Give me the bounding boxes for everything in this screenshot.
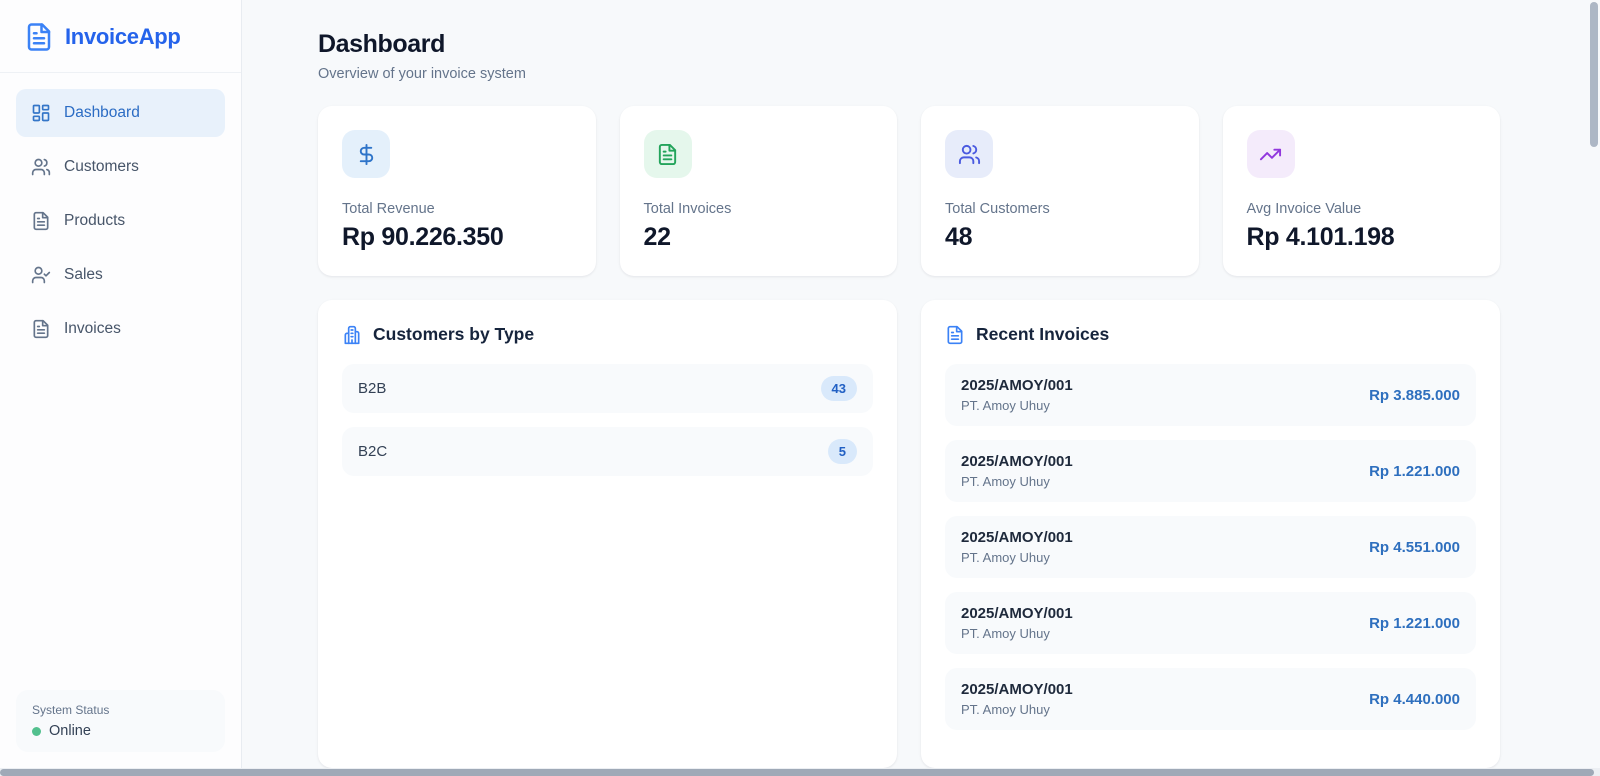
panel-recent-invoices: Recent Invoices 2025/AMOY/001 PT. Amoy U… <box>921 300 1500 768</box>
stat-label: Total Invoices <box>643 201 732 217</box>
invoice-row: 2025/AMOY/001 PT. Amoy Uhuy Rp 3.885.000 <box>945 364 1476 426</box>
sidebar-item-customers[interactable]: Customers <box>16 143 225 191</box>
customer-type-row-b2b: B2B 43 <box>342 364 873 413</box>
sidebar-item-label: Invoices <box>64 320 121 337</box>
page-title: Dashboard <box>318 30 445 58</box>
invoice-row: 2025/AMOY/001 PT. Amoy Uhuy Rp 1.221.000 <box>945 440 1476 502</box>
stat-card-total-revenue: Total Revenue Rp 90.226.350 <box>318 106 596 276</box>
sidebar-item-label: Sales <box>64 266 103 283</box>
invoice-row: 2025/AMOY/001 PT. Amoy Uhuy Rp 1.221.000 <box>945 592 1476 654</box>
count-badge: 5 <box>827 439 857 464</box>
system-status: System Status Online <box>16 690 225 752</box>
invoice-amount: Rp 4.440.000 <box>1369 690 1460 708</box>
sidebar-item-invoices[interactable]: Invoices <box>16 305 225 353</box>
invoice-number: 2025/AMOY/001 <box>961 377 1073 394</box>
users-icon <box>945 130 993 178</box>
system-status-value: Online <box>49 723 91 739</box>
users-icon <box>31 158 51 176</box>
stats-grid: Total Revenue Rp 90.226.350 Total Invoic… <box>318 106 1500 276</box>
dollar-icon <box>342 130 390 178</box>
stat-label: Avg Invoice Value <box>1246 201 1362 217</box>
stat-card-avg-invoice-value: Avg Invoice Value Rp 4.101.198 <box>1222 106 1500 276</box>
invoice-row: 2025/AMOY/001 PT. Amoy Uhuy Rp 4.440.000 <box>945 668 1476 730</box>
file-text-icon <box>947 325 963 344</box>
sidebar-item-label: Products <box>64 212 126 229</box>
file-text-icon <box>33 211 49 231</box>
stat-label: Total Revenue <box>342 201 435 217</box>
count-badge: 43 <box>820 376 857 401</box>
vertical-scrollbar[interactable] <box>1587 0 1600 768</box>
invoice-amount: Rp 1.221.000 <box>1369 614 1460 632</box>
invoice-number: 2025/AMOY/001 <box>961 681 1073 698</box>
stat-value: Rp 4.101.198 <box>1246 223 1395 251</box>
panel-title: Customers by Type <box>373 324 535 344</box>
type-label: B2B <box>358 380 387 397</box>
app-logo: InvoiceApp <box>0 0 241 73</box>
customer-type-row-b2c: B2C 5 <box>342 427 873 476</box>
stat-value: 22 <box>643 223 672 251</box>
sidebar-item-dashboard[interactable]: Dashboard <box>16 89 225 137</box>
horizontal-scrollbar[interactable] <box>0 768 1600 776</box>
sidebar-item-label: Customers <box>64 158 139 175</box>
invoice-customer: PT. Amoy Uhuy <box>961 398 1050 413</box>
vertical-scrollbar-thumb[interactable] <box>1590 2 1598 147</box>
stat-card-total-invoices: Total Invoices 22 <box>619 106 897 276</box>
main-content: Dashboard Overview of your invoice syste… <box>242 0 1600 768</box>
file-text-icon <box>643 130 692 178</box>
page-subtitle: Overview of your invoice system <box>318 66 526 82</box>
stat-value: 48 <box>945 223 973 251</box>
invoice-amount: Rp 4.551.000 <box>1369 538 1460 556</box>
invoice-number: 2025/AMOY/001 <box>961 529 1073 546</box>
online-dot-icon <box>32 726 41 736</box>
system-status-label: System Status <box>32 703 110 717</box>
trending-up-icon <box>1246 130 1295 178</box>
invoice-customer: PT. Amoy Uhuy <box>961 702 1050 717</box>
invoice-number: 2025/AMOY/001 <box>961 453 1073 470</box>
sidebar-item-products[interactable]: Products <box>16 197 225 245</box>
stat-value: Rp 90.226.350 <box>342 223 504 251</box>
user-check-icon <box>31 266 51 284</box>
panels-row: Customers by Type B2B 43 B2C 5 Recent In… <box>318 300 1500 768</box>
invoice-customer: PT. Amoy Uhuy <box>961 474 1050 489</box>
building-icon <box>344 325 360 344</box>
stat-label: Total Customers <box>945 201 1050 217</box>
sidebar-item-sales[interactable]: Sales <box>16 251 225 299</box>
panel-title: Recent Invoices <box>976 324 1110 344</box>
sidebar-item-label: Dashboard <box>64 104 140 121</box>
sidebar-nav: Dashboard Customers Products Sales Invoi… <box>0 73 241 359</box>
file-text-icon <box>27 23 51 51</box>
file-text-icon <box>33 319 49 339</box>
panel-customers-by-type: Customers by Type B2B 43 B2C 5 <box>318 300 897 768</box>
invoice-row: 2025/AMOY/001 PT. Amoy Uhuy Rp 4.551.000 <box>945 516 1476 578</box>
invoice-amount: Rp 3.885.000 <box>1369 386 1460 404</box>
invoice-customer: PT. Amoy Uhuy <box>961 626 1050 641</box>
stat-card-total-customers: Total Customers 48 <box>921 106 1199 276</box>
invoice-amount: Rp 1.221.000 <box>1369 462 1460 480</box>
invoice-customer: PT. Amoy Uhuy <box>961 550 1050 565</box>
sidebar: InvoiceApp Dashboard Customers Products … <box>0 0 242 768</box>
type-label: B2C <box>358 443 388 460</box>
layout-dashboard-icon <box>32 104 50 122</box>
invoice-number: 2025/AMOY/001 <box>961 605 1073 622</box>
app-title: InvoiceApp <box>65 24 181 49</box>
horizontal-scrollbar-thumb[interactable] <box>0 769 1594 776</box>
